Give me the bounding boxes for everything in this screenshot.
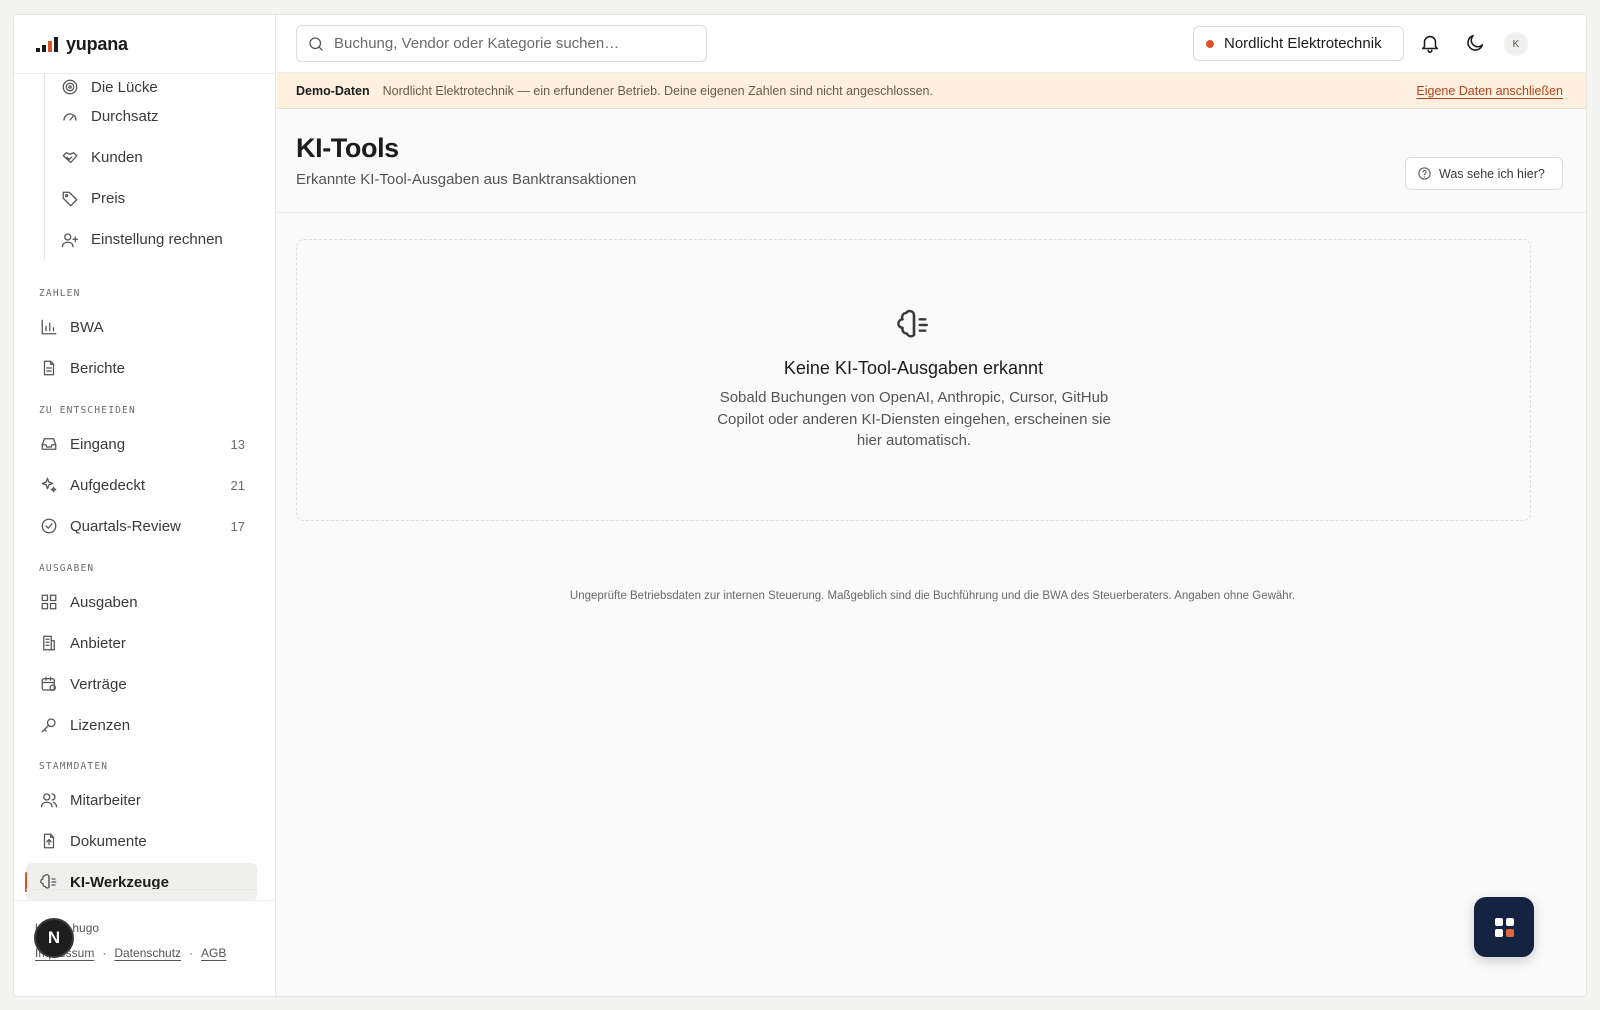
connect-data-link[interactable]: Eigene Daten anschließen <box>1416 84 1563 98</box>
sidebar-item-label: Berichte <box>70 359 126 377</box>
tag-icon <box>61 190 79 208</box>
sidebar-item-anbieter[interactable]: Anbieter <box>26 624 257 662</box>
grid-icon <box>40 593 58 611</box>
sidebar-item-ausgaben[interactable]: Ausgaben <box>26 583 257 621</box>
search-icon <box>307 35 325 53</box>
handshake-icon <box>61 149 79 167</box>
brand[interactable]: yupana <box>14 15 276 74</box>
sidebar-item-label: BWA <box>70 318 104 336</box>
sidebar-item-lizenzen[interactable]: Lizenzen <box>26 706 257 744</box>
company-switcher[interactable]: Nordlicht Elektrotechnik <box>1193 26 1404 61</box>
sidebar-item-label: Lizenzen <box>70 716 131 734</box>
sidebar-item-eingang[interactable]: Eingang 13 <box>26 425 257 463</box>
sidebar-item-label: Anbieter <box>70 634 126 652</box>
inbox-icon <box>40 435 58 453</box>
section-stammdaten: STAMMDATEN <box>39 761 109 772</box>
logo-bars-icon <box>36 36 58 52</box>
sidebar-item-label: Die Lücke <box>91 79 158 96</box>
demo-tag: Demo-Daten <box>296 83 370 98</box>
sparkles-icon <box>40 476 58 494</box>
demo-message: Nordlicht Elektrotechnik — ein erfundene… <box>382 83 933 98</box>
empty-state-text: Sobald Buchungen von OpenAI, Anthropic, … <box>717 389 1111 449</box>
sidebar-item-quartals-review[interactable]: Quartals-Review 17 <box>26 507 257 545</box>
sidebar-item-label: Mitarbeiter <box>70 791 141 809</box>
brand-name: yupana <box>66 33 128 54</box>
page-title: KI-Tools <box>296 133 399 163</box>
sidebar-item-label: Dokumente <box>70 832 147 850</box>
target-icon <box>61 78 79 96</box>
sidebar-item-label: Aufgedeckt <box>70 476 146 494</box>
sidebar-item-ki-werkzeuge[interactable]: KI-Werkzeuge <box>25 863 257 901</box>
section-zahlen: ZAHLEN <box>39 288 81 299</box>
demo-banner: Demo-Daten Nordlicht Elektrotechnik — ei… <box>277 73 1586 109</box>
section-ausgaben: AUSGABEN <box>39 563 95 574</box>
help-circle-icon <box>1417 166 1432 181</box>
page-header: KI-Tools Erkannte KI-Tool-Ausgaben aus B… <box>277 109 1586 213</box>
sidebar-item-label: Kunden <box>91 149 143 166</box>
disclaimer: Ungeprüfte Betriebsdaten zur internen St… <box>569 590 1296 602</box>
sidebar: yupana Die Lücke Durchsatz Kunden Preis … <box>14 15 276 996</box>
users-icon <box>40 791 58 809</box>
bar-chart-icon <box>40 318 58 336</box>
sidebar-item-durchsatz[interactable]: Durchsatz <box>45 96 264 137</box>
sidebar-item-berichte[interactable]: Berichte <box>26 349 257 387</box>
sidebar-item-label: Ausgaben <box>70 593 138 611</box>
topbar: Nordlicht Elektrotechnik K <box>277 15 1586 73</box>
dev-tools-badge[interactable]: N <box>34 918 74 958</box>
brain-icon <box>897 308 931 342</box>
moon-icon[interactable] <box>1464 32 1486 54</box>
sidebar-item-preis[interactable]: Preis <box>45 178 264 219</box>
gauge-icon <box>61 108 79 126</box>
building-icon <box>40 634 58 652</box>
sidebar-item-bwa[interactable]: BWA <box>26 308 257 346</box>
bell-icon[interactable] <box>1419 32 1441 54</box>
help-button[interactable]: Was sehe ich hier? <box>1405 157 1563 190</box>
check-circle-icon <box>40 517 58 535</box>
sidebar-item-label: KI-Werkzeuge <box>70 873 169 891</box>
sidebar-item-die-luecke[interactable]: Die Lücke <box>45 74 264 96</box>
sidebar-item-dokumente[interactable]: Dokumente <box>26 822 257 860</box>
file-upload-icon <box>40 832 58 850</box>
sidebar-item-label: Verträge <box>70 675 127 693</box>
sidebar-item-mitarbeiter[interactable]: Mitarbeiter <box>26 781 257 819</box>
search-input[interactable] <box>334 35 694 52</box>
empty-state-title: Keine KI-Tool-Ausgaben erkannt <box>783 358 1044 378</box>
section-zu-entscheiden: ZU ENTSCHEIDEN <box>39 405 136 416</box>
company-name: Nordlicht Elektrotechnik <box>1224 35 1382 52</box>
app-window: yupana Die Lücke Durchsatz Kunden Preis … <box>13 14 1587 997</box>
count-badge: 21 <box>230 477 245 493</box>
count-badge: 17 <box>230 518 245 534</box>
sidebar-item-label: Quartals-Review <box>70 517 181 535</box>
empty-state: Keine KI-Tool-Ausgaben erkannt Sobald Bu… <box>296 239 1531 521</box>
help-button-label: Was sehe ich hier? <box>1439 166 1545 181</box>
sidebar-item-label: Einstellung rechnen <box>91 231 223 248</box>
sidebar-item-label: Durchsatz <box>91 108 159 125</box>
sub-nav-list: Die Lücke Durchsatz Kunden Preis Einstel… <box>44 74 264 260</box>
sidebar-item-vertraege[interactable]: Verträge <box>26 665 257 703</box>
apps-grid-icon <box>1494 917 1514 937</box>
file-text-icon <box>40 359 58 377</box>
apps-fab-button[interactable] <box>1474 897 1534 957</box>
divider <box>26 889 257 890</box>
sidebar-item-einstellung-rechnen[interactable]: Einstellung rechnen <box>45 219 264 260</box>
key-icon <box>40 716 58 734</box>
count-badge: 13 <box>230 436 245 452</box>
sidebar-nav: Die Lücke Durchsatz Kunden Preis Einstel… <box>14 74 276 920</box>
separator: · <box>102 946 107 960</box>
page-subtitle: Erkannte KI-Tool-Ausgaben aus Banktransa… <box>296 171 637 188</box>
sidebar-footer: ludwig.hugo Impressum · Datenschutz · AG… <box>14 900 276 996</box>
sidebar-item-kunden[interactable]: Kunden <box>45 137 264 178</box>
sidebar-item-label: Eingang <box>70 435 126 453</box>
calendar-icon <box>40 675 58 693</box>
sidebar-item-label: Preis <box>91 190 126 207</box>
separator: · <box>189 946 194 960</box>
user-plus-icon <box>61 231 79 249</box>
link-agb[interactable]: AGB <box>201 946 226 960</box>
status-dot <box>1206 39 1214 48</box>
link-datenschutz[interactable]: Datenschutz <box>114 946 181 960</box>
avatar[interactable]: K <box>1504 32 1528 56</box>
sidebar-item-aufgedeckt[interactable]: Aufgedeckt 21 <box>26 466 257 504</box>
search-box[interactable] <box>296 25 707 62</box>
